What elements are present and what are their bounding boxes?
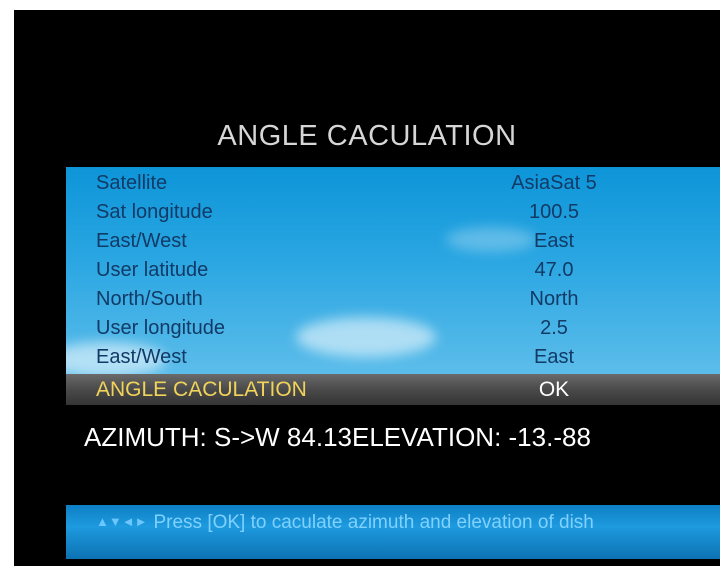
setting-label: North/South (96, 288, 203, 310)
help-text: Press [OK] to caculate azimuth and eleva… (153, 512, 594, 533)
arrow-keys-icon: ▲▼◄► (96, 514, 148, 529)
page-title: ANGLE CACULATION (217, 120, 517, 152)
setting-row-north-south[interactable]: North/South North (66, 285, 720, 314)
tv-display: ANGLE CACULATION Satellite AsiaSat 5 Sat… (14, 10, 720, 566)
setting-label: Satellite (96, 172, 168, 194)
setting-row-sat-longitude[interactable]: Sat longitude 100.5 (66, 198, 720, 227)
screen: ANGLE CACULATION Satellite AsiaSat 5 Sat… (0, 0, 720, 573)
angle-calculation-row[interactable]: ANGLE CACULATION OK (66, 374, 720, 405)
azimuth-elevation-result: AZIMUTH: S->W 84.13ELEVATION: -13.-88 (84, 422, 591, 452)
setting-label: User longitude (96, 317, 225, 339)
setting-value: 100.5 (528, 201, 580, 223)
setting-value: North (529, 288, 579, 310)
setting-row-sat-east-west[interactable]: East/West East (66, 227, 720, 256)
setting-row-satellite[interactable]: Satellite AsiaSat 5 (66, 169, 720, 198)
setting-row-user-latitude[interactable]: User latitude 47.0 (66, 256, 720, 285)
help-bar: ▲▼◄► Press [OK] to caculate azimuth and e… (66, 505, 720, 559)
setting-label: East/West (96, 230, 187, 252)
setting-value: AsiaSat 5 (511, 172, 597, 194)
setting-value: East (533, 346, 575, 368)
setting-row-user-east-west[interactable]: East/West East (66, 343, 720, 372)
setting-row-user-longitude[interactable]: User longitude 2.5 (66, 314, 720, 343)
selected-row-label: ANGLE CACULATION (96, 378, 307, 401)
setting-value: East (533, 230, 575, 252)
settings-panel: Satellite AsiaSat 5 Sat longitude 100.5 … (66, 167, 720, 374)
setting-label: Sat longitude (96, 201, 213, 223)
setting-value: 47.0 (534, 259, 574, 281)
setting-label: East/West (96, 346, 187, 368)
setting-value: 2.5 (540, 317, 568, 339)
setting-label: User latitude (96, 259, 209, 281)
ok-value: OK (538, 378, 570, 401)
